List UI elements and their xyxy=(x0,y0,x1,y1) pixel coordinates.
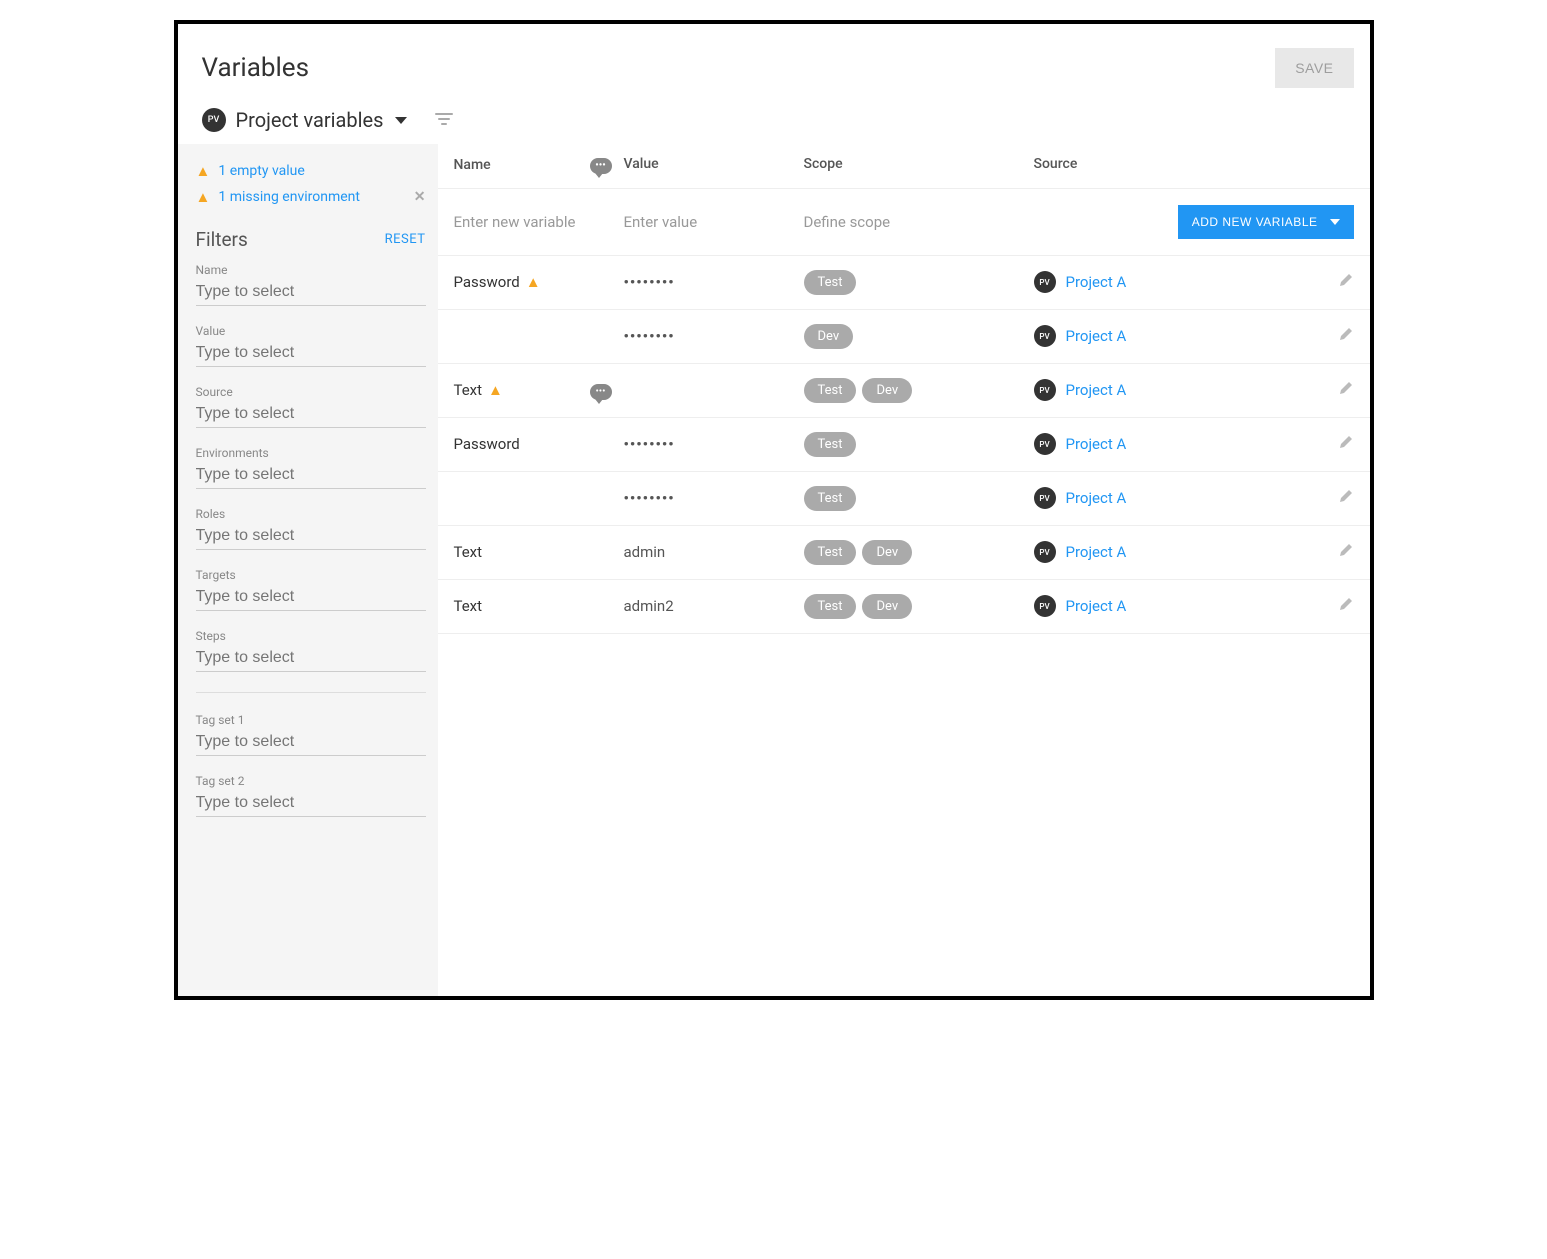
warning-icon: ▲ xyxy=(196,162,211,180)
edit-icon[interactable] xyxy=(1338,544,1354,562)
variable-name: Password xyxy=(454,435,520,453)
variable-value: •••••••• xyxy=(624,489,675,507)
filter-input-environments[interactable] xyxy=(196,462,426,489)
warning-missing-environment[interactable]: ▲ 1 missing environment ✕ xyxy=(196,188,426,206)
scope-tag[interactable]: Dev xyxy=(804,324,854,349)
edit-icon[interactable] xyxy=(1338,490,1354,508)
save-button[interactable]: SAVE xyxy=(1275,48,1353,88)
filter-icon[interactable] xyxy=(435,111,453,130)
source-badge: PV xyxy=(1034,595,1056,617)
warning-empty-value[interactable]: ▲ 1 empty value xyxy=(196,162,426,180)
filter-label: Environments xyxy=(196,446,426,460)
project-variables-badge: PV xyxy=(202,108,226,132)
comment-icon: ••• xyxy=(590,158,612,174)
chevron-down-icon[interactable] xyxy=(395,117,407,124)
variable-name: Text xyxy=(454,543,483,561)
add-new-variable-button[interactable]: ADD NEW VARIABLE xyxy=(1178,205,1354,239)
filter-label: Value xyxy=(196,324,426,338)
edit-icon[interactable] xyxy=(1338,598,1354,616)
filter-label: Source xyxy=(196,385,426,399)
filter-input-value[interactable] xyxy=(196,340,426,367)
reset-filters-button[interactable]: RESET xyxy=(385,232,426,247)
new-variable-row: Enter new variable Enter value Define sc… xyxy=(438,188,1370,256)
source-link[interactable]: Project A xyxy=(1066,273,1127,291)
close-icon[interactable]: ✕ xyxy=(414,189,426,205)
new-variable-value-input[interactable]: Enter value xyxy=(624,213,698,231)
warning-icon: ▲ xyxy=(488,381,503,399)
source-link[interactable]: Project A xyxy=(1066,435,1127,453)
variable-value: admin xyxy=(624,543,666,561)
warning-icon: ▲ xyxy=(526,273,541,291)
source-link[interactable]: Project A xyxy=(1066,597,1127,615)
source-badge: PV xyxy=(1034,541,1056,563)
scope-tag[interactable]: Test xyxy=(804,540,857,565)
source-badge: PV xyxy=(1034,379,1056,401)
variable-value: •••••••• xyxy=(624,327,675,345)
column-header-name[interactable]: Name xyxy=(454,157,491,173)
source-link[interactable]: Project A xyxy=(1066,543,1127,561)
scope-tag[interactable]: Test xyxy=(804,486,857,511)
table-header-row: Name ••• Value Scope Source xyxy=(438,144,1370,188)
variable-row[interactable]: Text admin2 TestDev PV Project A xyxy=(438,580,1370,634)
divider xyxy=(196,692,426,693)
source-link[interactable]: Project A xyxy=(1066,489,1127,507)
chevron-down-icon xyxy=(1330,219,1340,225)
comment-icon[interactable]: ••• xyxy=(590,384,612,400)
edit-icon[interactable] xyxy=(1338,274,1354,292)
variable-value: admin2 xyxy=(624,597,674,615)
column-header-source[interactable]: Source xyxy=(1034,156,1078,172)
scope-tag[interactable]: Dev xyxy=(862,540,912,565)
filter-input-steps[interactable] xyxy=(196,645,426,672)
variable-row[interactable]: Text admin TestDev PV Project A xyxy=(438,526,1370,580)
warning-icon: ▲ xyxy=(196,188,211,206)
filter-label: Tag set 2 xyxy=(196,774,426,788)
variable-row[interactable]: •••••••• Test PV Project A xyxy=(438,472,1370,526)
filter-input-targets[interactable] xyxy=(196,584,426,611)
variable-row[interactable]: Password •••••••• Test PV Project A xyxy=(438,418,1370,472)
filter-input-tag set 2[interactable] xyxy=(196,790,426,817)
variable-name: Text xyxy=(454,597,483,615)
scope-tag[interactable]: Test xyxy=(804,270,857,295)
variable-value: •••••••• xyxy=(624,435,675,453)
filter-label: Roles xyxy=(196,507,426,521)
scope-selector-label[interactable]: Project variables xyxy=(236,108,384,132)
source-badge: PV xyxy=(1034,271,1056,293)
source-link[interactable]: Project A xyxy=(1066,327,1127,345)
variable-row[interactable]: Text ▲ ••• TestDev PV Project A xyxy=(438,364,1370,418)
new-variable-scope-input[interactable]: Define scope xyxy=(804,213,891,231)
filter-label: Steps xyxy=(196,629,426,643)
page-title: Variables xyxy=(202,53,310,83)
scope-tag[interactable]: Dev xyxy=(862,378,912,403)
edit-icon[interactable] xyxy=(1338,328,1354,346)
variable-row[interactable]: •••••••• Dev PV Project A xyxy=(438,310,1370,364)
filter-input-name[interactable] xyxy=(196,279,426,306)
column-header-scope[interactable]: Scope xyxy=(804,156,843,172)
filter-label: Targets xyxy=(196,568,426,582)
source-badge: PV xyxy=(1034,325,1056,347)
variables-table: Name ••• Value Scope Source Enter new va… xyxy=(438,144,1370,996)
filter-input-roles[interactable] xyxy=(196,523,426,550)
filter-sidebar: ▲ 1 empty value ▲ 1 missing environment … xyxy=(178,144,438,996)
variable-name: Text xyxy=(454,381,483,399)
scope-tag[interactable]: Dev xyxy=(862,594,912,619)
source-link[interactable]: Project A xyxy=(1066,381,1127,399)
scope-tag[interactable]: Test xyxy=(804,594,857,619)
column-header-value[interactable]: Value xyxy=(624,156,659,172)
edit-icon[interactable] xyxy=(1338,436,1354,454)
variable-value: •••••••• xyxy=(624,273,675,291)
filters-heading: Filters xyxy=(196,228,248,251)
filter-label: Tag set 1 xyxy=(196,713,426,727)
variable-name: Password xyxy=(454,273,520,291)
source-badge: PV xyxy=(1034,433,1056,455)
new-variable-name-input[interactable]: Enter new variable xyxy=(454,213,576,231)
variable-row[interactable]: Password ▲ •••••••• Test PV Project A xyxy=(438,256,1370,310)
edit-icon[interactable] xyxy=(1338,382,1354,400)
filter-label: Name xyxy=(196,263,426,277)
scope-tag[interactable]: Test xyxy=(804,378,857,403)
source-badge: PV xyxy=(1034,487,1056,509)
filter-input-tag set 1[interactable] xyxy=(196,729,426,756)
filter-input-source[interactable] xyxy=(196,401,426,428)
scope-tag[interactable]: Test xyxy=(804,432,857,457)
